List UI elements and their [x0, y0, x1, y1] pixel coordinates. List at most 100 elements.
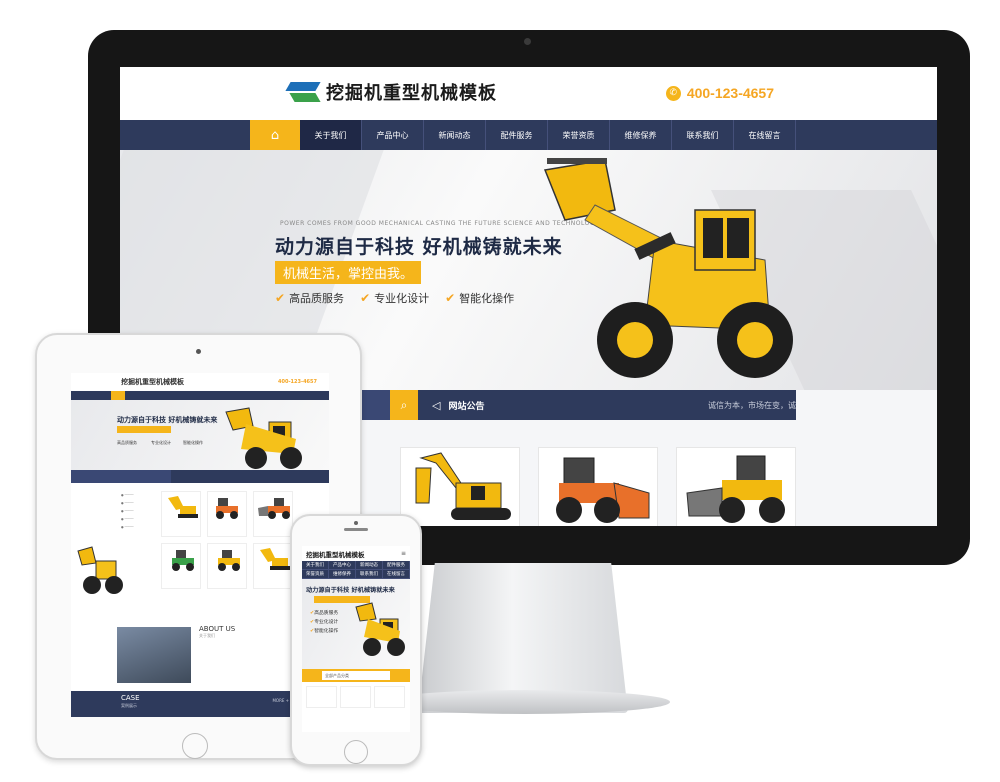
excavator-image: [415, 452, 511, 520]
product-card[interactable]: [161, 491, 201, 537]
case-more-link[interactable]: MORE +: [272, 698, 289, 703]
phone-nav-item[interactable]: 荣誉资质: [302, 570, 329, 579]
tablet-camera: [196, 349, 201, 354]
list-item[interactable]: ● ─────: [121, 499, 155, 507]
phone-home-button[interactable]: [344, 740, 368, 764]
product-card[interactable]: [161, 543, 201, 589]
tablet-nav: [71, 391, 329, 400]
check-icon: ✔: [360, 291, 371, 305]
tablet-logo-text[interactable]: 挖掘机重型机械模板: [121, 377, 184, 387]
phone-nav-item[interactable]: 产品中心: [329, 561, 356, 570]
tablet-category-list: ● ───── ● ───── ● ───── ● ───── ● ─────: [121, 491, 155, 531]
home-icon[interactable]: ⌂: [250, 120, 300, 150]
nav-item-contact[interactable]: 联系我们: [672, 120, 734, 150]
phone-icon: ✆: [665, 85, 681, 101]
product-card[interactable]: [340, 686, 371, 708]
loader-orange-image: [556, 457, 650, 523]
list-item[interactable]: ● ─────: [121, 515, 155, 523]
about-image: [117, 627, 191, 683]
nav-item-parts[interactable]: 配件服务: [486, 120, 548, 150]
feature-item: ✔ 专业化设计: [360, 291, 430, 305]
product-card[interactable]: [253, 491, 293, 537]
notice-bar: ◁ 网站公告 诚信为本，市场在变，诚: [418, 390, 796, 420]
phone-nav-item[interactable]: 配件服务: [383, 561, 410, 570]
list-item[interactable]: ● ─────: [121, 491, 155, 499]
product-card-loader-yellow[interactable]: [676, 447, 796, 526]
check-icon: ✔: [445, 291, 456, 305]
phone-speaker: [344, 528, 368, 531]
phone-device: 挖掘机重型机械模板 ≡ 关于我们 产品中心 新闻动态 配件服务 荣誉资质 维修保…: [290, 514, 422, 766]
tablet-header: 挖掘机重型机械模板 400-123-4657: [71, 373, 329, 391]
tablet-side-loader-image: [77, 546, 123, 594]
tablet-banner-subtitle: [117, 426, 171, 433]
phone-nav-item[interactable]: 新闻动态: [356, 561, 383, 570]
phone-banner: 动力源自于科技 好机械铸就未来 ✔高品质服务 ✔专业化设计 ✔智能化操作: [302, 579, 410, 669]
phone-product-row: [302, 682, 410, 712]
category-search-input[interactable]: 全部产品分类: [322, 671, 390, 680]
product-card-loader-orange[interactable]: [538, 447, 658, 526]
product-card[interactable]: [207, 543, 247, 589]
list-item[interactable]: ● ─────: [121, 507, 155, 515]
camera-dot: [524, 38, 531, 45]
phone-nav-item[interactable]: 联系我们: [356, 570, 383, 579]
tablet-home-button[interactable]: [182, 733, 208, 759]
feature-item: ✔ 高品质服务: [275, 291, 345, 305]
product-card-excavator[interactable]: [400, 447, 520, 526]
product-card[interactable]: [374, 686, 405, 708]
tablet-phone: 400-123-4657: [278, 379, 317, 385]
banner-features: ✔ 高品质服务 ✔ 专业化设计 ✔ 智能化操作: [275, 290, 514, 306]
case-subtitle: 案例展示: [121, 703, 137, 708]
phone-feature: ✔智能化操作: [310, 628, 339, 634]
phone-search-bar: 全部产品分类: [302, 669, 410, 682]
phone-nav-item[interactable]: 关于我们: [302, 561, 329, 570]
phone-nav-item[interactable]: 维修保养: [329, 570, 356, 579]
site-logo[interactable]: 挖掘机重型机械模板: [285, 79, 497, 105]
banner-subtitle: 机械生活，掌控由我。: [275, 261, 422, 284]
megaphone-icon: ◁: [432, 398, 441, 412]
wheel-loader-illustration: [543, 158, 793, 378]
logo-text: 挖掘机重型机械模板: [326, 83, 497, 104]
monitor-stand-base: [380, 690, 670, 714]
logo-k-icon: [285, 80, 321, 104]
home-icon[interactable]: [111, 391, 125, 400]
phone-header: 挖掘机重型机械模板 ≡: [302, 546, 410, 561]
case-title: CASE: [121, 694, 140, 702]
nav-item-honors[interactable]: 荣誉资质: [548, 120, 610, 150]
notice-text[interactable]: 诚信为本，市场在变，诚: [708, 400, 796, 411]
phone-feature: ✔专业化设计: [310, 619, 339, 625]
nav-item-about[interactable]: 关于我们: [300, 120, 362, 150]
nav-item-news[interactable]: 新闻动态: [424, 120, 486, 150]
banner-title: 动力源自于科技 好机械铸就未来: [275, 236, 563, 258]
tablet-loader-image: [225, 407, 302, 469]
product-card[interactable]: [207, 491, 247, 537]
nav-item-products[interactable]: 产品中心: [362, 120, 424, 150]
phone-camera: [354, 521, 358, 525]
search-icon[interactable]: ⌕: [390, 390, 418, 420]
menu-icon[interactable]: ≡: [401, 550, 406, 557]
phone-feature: ✔高品质服务: [310, 610, 339, 616]
phone-banner-title: 动力源自于科技 好机械铸就未来: [306, 587, 395, 594]
tablet-feature: 高品质服务: [117, 440, 137, 445]
nav-item-maintenance[interactable]: 维修保养: [610, 120, 672, 150]
main-nav: ⌂ 关于我们 产品中心 新闻动态 配件服务 荣誉资质 维修保养 联系我们 在线留…: [120, 120, 937, 150]
product-card[interactable]: [306, 686, 337, 708]
tablet-banner: 动力源自于科技 好机械铸就未来 高品质服务 专业化设计 智能化操作: [71, 400, 329, 470]
tablet-banner-title: 动力源自于科技 好机械铸就未来: [117, 415, 218, 424]
nav-item-message[interactable]: 在线留言: [734, 120, 796, 150]
phone-nav-item[interactable]: 在线留言: [383, 570, 410, 579]
phone-logo-text[interactable]: 挖掘机重型机械模板: [306, 549, 365, 559]
feature-item: ✔ 智能化操作: [445, 291, 515, 305]
tablet-search-bar[interactable]: [71, 470, 329, 483]
tablet-feature: 专业化设计: [151, 440, 171, 445]
site-header: 挖掘机重型机械模板 ✆ 400-123-4657: [120, 67, 937, 120]
tablet-product-grid: [161, 491, 293, 589]
check-icon: ✔: [275, 291, 286, 305]
about-subtitle: 关于我们: [199, 633, 215, 638]
list-item[interactable]: ● ─────: [121, 523, 155, 531]
notice-label: 网站公告: [448, 401, 485, 412]
phone-loader-image: [355, 602, 405, 656]
product-row: [400, 447, 796, 526]
loader-yellow-image: [686, 455, 785, 523]
product-card[interactable]: [253, 543, 293, 589]
header-phone: ✆ 400-123-4657: [665, 85, 774, 101]
